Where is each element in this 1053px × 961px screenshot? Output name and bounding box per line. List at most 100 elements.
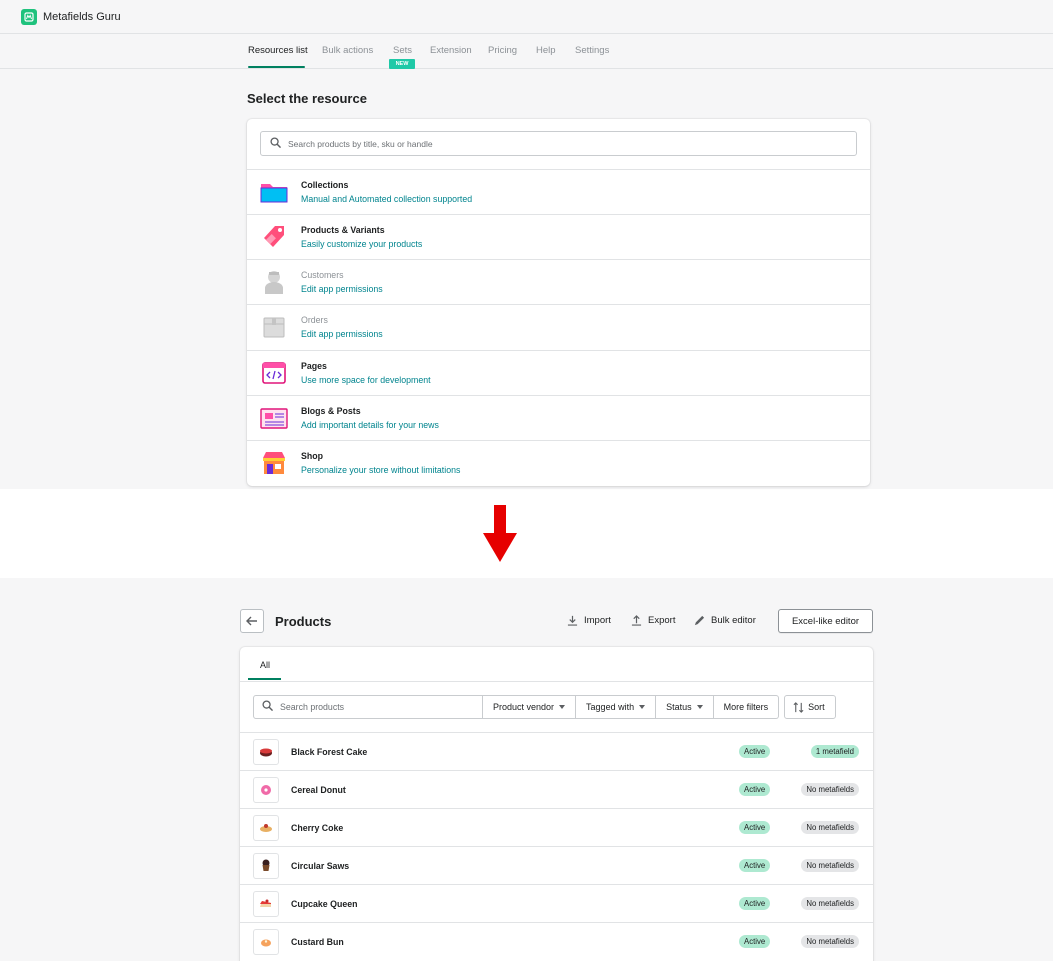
new-badge: NEW	[389, 59, 415, 69]
product-row[interactable]: Black Forest Cake Active 1 metafield	[240, 732, 873, 770]
app-logo-icon	[21, 8, 37, 25]
filter-label: Status	[666, 702, 692, 712]
resource-title: Shop	[301, 451, 323, 461]
import-button[interactable]: Import	[567, 615, 611, 626]
status-badge: Active	[739, 821, 771, 834]
import-icon	[567, 615, 578, 626]
product-row[interactable]: Cereal Donut Active No metafields	[240, 770, 873, 808]
caret-down-icon	[639, 705, 646, 709]
resource-item-customers[interactable]: Customers Edit app permissions	[247, 259, 870, 304]
arrow-down-icon	[483, 505, 517, 562]
newspaper-icon	[260, 404, 288, 432]
product-name[interactable]: Circular Saws	[291, 861, 349, 871]
caret-down-icon	[696, 705, 703, 709]
tab-extension[interactable]: Extension	[430, 45, 472, 56]
price-tag-icon	[260, 223, 288, 251]
resource-item-blogs[interactable]: Blogs & Posts Add important details for …	[247, 395, 870, 440]
box-icon	[260, 313, 288, 341]
status-badge: Active	[739, 897, 771, 910]
sort-button[interactable]: Sort	[784, 695, 836, 719]
status-badge: Active	[739, 935, 771, 948]
caret-down-icon	[559, 705, 566, 709]
more-filters-button[interactable]: More filters	[713, 695, 780, 719]
metafield-badge: No metafields	[801, 859, 859, 872]
metafield-badge: No metafields	[801, 783, 859, 796]
resource-title: Collections	[301, 180, 349, 190]
product-name[interactable]: Black Forest Cake	[291, 747, 367, 757]
product-search-input[interactable]	[280, 702, 470, 712]
resource-subtitle: Personalize your store without limitatio…	[301, 465, 461, 475]
storefront-icon	[260, 449, 288, 477]
product-row[interactable]: Custard Bun Active No metafields	[240, 922, 873, 960]
tab-sets[interactable]: Sets	[393, 45, 412, 56]
status-badge: Active	[739, 783, 771, 796]
filter-label: Product vendor	[493, 702, 555, 712]
page-title: Products	[275, 614, 332, 629]
tab-pricing[interactable]: Pricing	[488, 45, 517, 56]
dessert-icon	[253, 814, 279, 841]
product-name[interactable]: Cereal Donut	[291, 785, 346, 795]
back-button[interactable]	[240, 609, 264, 633]
resource-title: Blogs & Posts	[301, 406, 361, 416]
product-vendor-filter[interactable]: Product vendor	[483, 695, 577, 719]
section-title: Select the resource	[247, 91, 367, 106]
tab-settings[interactable]: Settings	[575, 45, 609, 56]
export-label: Export	[648, 615, 676, 626]
product-name[interactable]: Cherry Coke	[291, 823, 343, 833]
search-icon	[270, 135, 281, 153]
resource-subtitle: Use more space for development	[301, 375, 431, 385]
main-nav: Resources list Bulk actions Sets Extensi…	[0, 34, 1053, 69]
status-filter[interactable]: Status	[656, 695, 714, 719]
filter-bar: Product vendor Tagged with Status More f…	[253, 695, 836, 719]
status-badge: Active	[739, 745, 771, 758]
resource-subtitle: Easily customize your products	[301, 239, 423, 249]
product-row[interactable]: Cherry Coke Active No metafields	[240, 808, 873, 846]
metafield-badge: No metafields	[801, 821, 859, 834]
resource-item-collections[interactable]: Collections Manual and Automated collect…	[247, 169, 870, 214]
product-name[interactable]: Custard Bun	[291, 937, 344, 947]
resource-permission-link[interactable]: Edit app permissions	[301, 329, 383, 339]
filter-label: Tagged with	[586, 702, 635, 712]
resource-title: Orders	[301, 315, 328, 325]
products-screen: Products Import Export Bulk editor Excel…	[0, 578, 1053, 961]
product-row[interactable]: Cupcake Queen Active No metafields	[240, 884, 873, 922]
metafield-badge: 1 metafield	[810, 745, 859, 758]
resource-subtitle: Add important details for your news	[301, 420, 439, 430]
resource-search-box	[260, 131, 857, 156]
customer-icon	[260, 268, 288, 296]
tab-help[interactable]: Help	[536, 45, 556, 56]
metafield-badge: No metafields	[801, 897, 859, 910]
filter-label: More filters	[723, 702, 769, 712]
sort-label: Sort	[808, 702, 825, 712]
resource-item-pages[interactable]: Pages Use more space for development	[247, 350, 870, 395]
tab-resources-list[interactable]: Resources list	[248, 45, 308, 56]
bulk-editor-label: Bulk editor	[711, 615, 756, 626]
code-page-icon	[260, 359, 288, 387]
resource-card: Collections Manual and Automated collect…	[247, 119, 870, 486]
excel-editor-button[interactable]: Excel-like editor	[778, 609, 873, 633]
resource-search-input[interactable]	[288, 138, 848, 149]
product-row[interactable]: Circular Saws Active No metafields	[240, 846, 873, 884]
resource-permission-link[interactable]: Edit app permissions	[301, 284, 383, 294]
resource-item-orders[interactable]: Orders Edit app permissions	[247, 304, 870, 349]
export-button[interactable]: Export	[631, 615, 675, 626]
resource-item-shop[interactable]: Shop Personalize your store without limi…	[247, 440, 870, 485]
arrow-left-icon	[246, 616, 257, 626]
resource-title: Products & Variants	[301, 225, 385, 235]
tabs-divider	[240, 681, 873, 682]
resource-title: Pages	[301, 361, 327, 371]
tab-bulk-actions[interactable]: Bulk actions	[322, 45, 373, 56]
pencil-icon	[694, 615, 705, 626]
resource-item-products[interactable]: Products & Variants Easily customize you…	[247, 214, 870, 259]
folder-icon	[260, 178, 288, 206]
cupcake-icon	[253, 852, 279, 879]
tagged-with-filter[interactable]: Tagged with	[576, 695, 657, 719]
product-name[interactable]: Cupcake Queen	[291, 899, 358, 909]
tab-all[interactable]: All	[260, 660, 270, 670]
resource-title: Customers	[301, 270, 344, 280]
bulk-editor-button[interactable]: Bulk editor	[694, 615, 756, 626]
export-icon	[631, 615, 642, 626]
resource-subtitle: Manual and Automated collection supporte…	[301, 194, 473, 204]
metafield-badge: No metafields	[801, 935, 859, 948]
product-search-box	[253, 695, 483, 719]
